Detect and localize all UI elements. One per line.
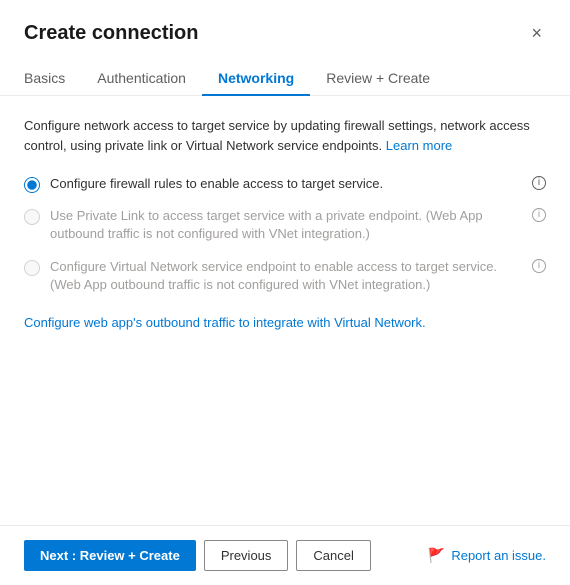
report-issue-link[interactable]: 🚩 Report an issue. xyxy=(428,547,546,564)
firewall-info-icon[interactable]: i xyxy=(532,176,546,190)
network-options-group: Configure firewall rules to enable acces… xyxy=(24,175,546,294)
cancel-button[interactable]: Cancel xyxy=(296,540,370,571)
report-icon: 🚩 xyxy=(428,547,445,564)
vnet-radio[interactable] xyxy=(24,260,40,276)
vnet-info-icon[interactable]: i xyxy=(532,259,546,273)
next-button[interactable]: Next : Review + Create xyxy=(24,540,196,571)
tab-networking[interactable]: Networking xyxy=(202,62,310,96)
learn-more-link[interactable]: Learn more xyxy=(386,138,452,153)
private-link-label: Use Private Link to access target servic… xyxy=(50,207,546,243)
private-link-radio[interactable] xyxy=(24,209,40,225)
dialog-footer: Next : Review + Create Previous Cancel 🚩… xyxy=(0,525,570,585)
dialog-title: Create connection xyxy=(24,22,198,45)
report-label: Report an issue. xyxy=(451,548,546,563)
vnet-link-section: Configure web app's outbound traffic to … xyxy=(24,314,546,332)
tab-review-create[interactable]: Review + Create xyxy=(310,62,446,96)
private-link-label-text: Use Private Link to access target servic… xyxy=(50,207,526,243)
firewall-label-text: Configure firewall rules to enable acces… xyxy=(50,175,526,193)
radio-item-vnet: Configure Virtual Network service endpoi… xyxy=(24,258,546,294)
vnet-label: Configure Virtual Network service endpoi… xyxy=(50,258,546,294)
tab-authentication[interactable]: Authentication xyxy=(81,62,202,96)
description-text: Configure network access to target servi… xyxy=(24,116,546,155)
firewall-radio[interactable] xyxy=(24,177,40,193)
radio-item-firewall: Configure firewall rules to enable acces… xyxy=(24,175,546,193)
vnet-configure-link[interactable]: Configure web app's outbound traffic to … xyxy=(24,315,426,330)
vnet-label-text: Configure Virtual Network service endpoi… xyxy=(50,258,526,294)
tab-bar: Basics Authentication Networking Review … xyxy=(0,46,570,96)
radio-item-private-link: Use Private Link to access target servic… xyxy=(24,207,546,243)
dialog-header: Create connection × xyxy=(0,0,570,46)
previous-button[interactable]: Previous xyxy=(204,540,289,571)
create-connection-dialog: Create connection × Basics Authenticatio… xyxy=(0,0,570,585)
main-content: Configure network access to target servi… xyxy=(0,96,570,525)
close-button[interactable]: × xyxy=(527,20,546,46)
private-link-info-icon[interactable]: i xyxy=(532,208,546,222)
firewall-label: Configure firewall rules to enable acces… xyxy=(50,175,546,193)
tab-basics[interactable]: Basics xyxy=(24,62,81,96)
